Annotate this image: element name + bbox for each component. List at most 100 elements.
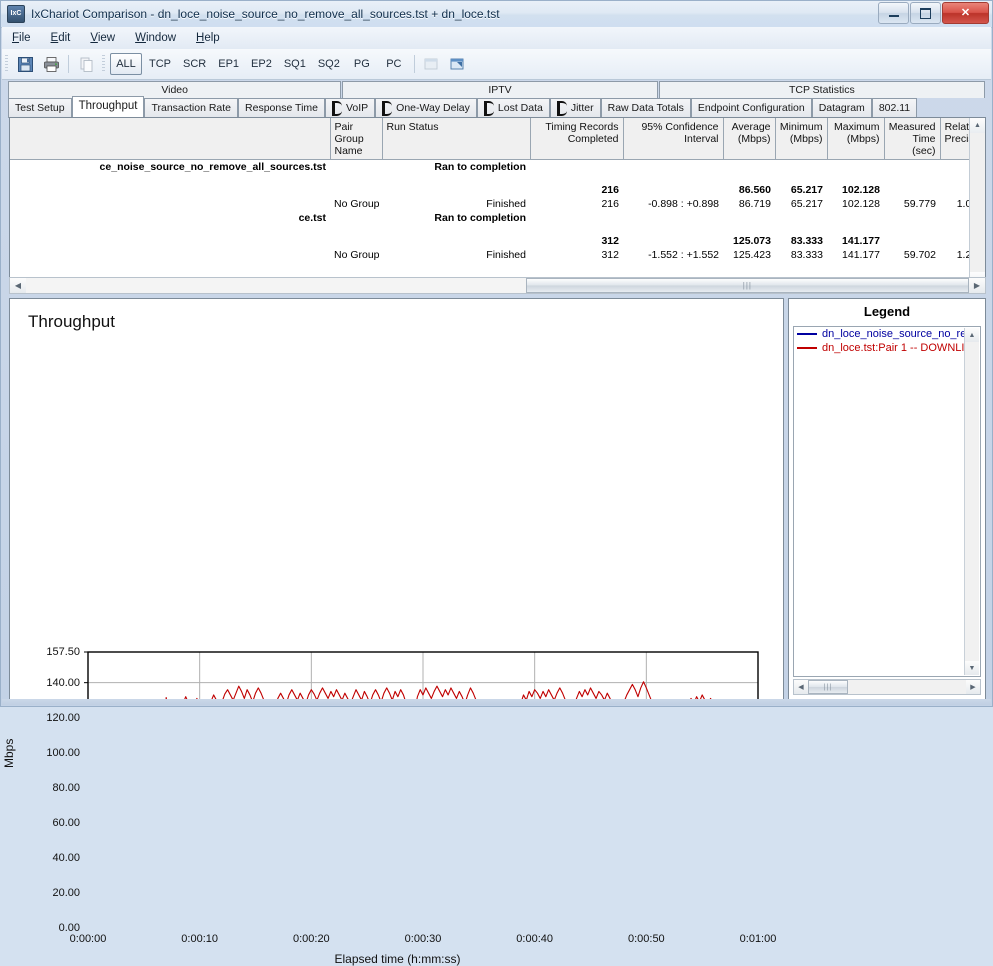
filter-button-ep1[interactable]: EP1 — [213, 54, 244, 74]
tab-datagram[interactable]: Datagram — [811, 98, 872, 117]
cell-confidence: -1.552 : +1.552 — [648, 249, 719, 261]
scroll-up-icon[interactable]: ▲ — [970, 118, 985, 133]
menu-item-window[interactable]: Window — [125, 30, 186, 46]
table-row[interactable]: No Group Finished 216 -0.898 : +0.898 86.719… — [10, 197, 985, 211]
tab-test-setup[interactable]: Test Setup — [8, 98, 72, 117]
legend-horizontal-scrollbar[interactable]: ◀ ||| ▶ — [793, 679, 981, 695]
table-row[interactable]: 216 86.560 65.217 102.128 — [10, 183, 985, 197]
col-header-5[interactable]: Average (Mbps) — [723, 118, 776, 160]
cell-maximum — [827, 160, 884, 175]
col-header-8[interactable]: Measured Time (sec) — [884, 118, 941, 160]
col-header-2[interactable]: Run Status — [382, 118, 531, 160]
menu-item-help[interactable]: Help — [186, 30, 230, 46]
filter-button-pc[interactable]: PC — [379, 54, 409, 74]
voip-flag-icon — [382, 100, 393, 116]
scroll-right-icon[interactable]: ▶ — [969, 278, 985, 293]
cell-run_status: Finished — [486, 249, 526, 261]
save-icon[interactable] — [13, 53, 37, 76]
grid-horizontal-scrollbar[interactable]: ◀ ||| ▶ — [9, 277, 986, 294]
y-tick-label-4: 80.00 — [52, 781, 80, 794]
filter-button-scr[interactable]: SCR — [178, 54, 211, 74]
menu-item-view[interactable]: View — [80, 30, 125, 46]
cell-timing_records: 216 — [601, 184, 619, 196]
results-grid-scroll-area[interactable]: Pair Group Name Run Status Timing Records Co… — [10, 118, 985, 287]
tab-label: Raw Data Totals — [607, 102, 684, 114]
cell-timing_records: 312 — [601, 235, 619, 247]
cell-minimum: 65.217 — [790, 198, 823, 210]
legend-color-swatch — [797, 347, 817, 349]
category-tcp-statistics: TCP Statistics — [658, 81, 985, 98]
tab-throughput[interactable]: Throughput — [71, 96, 145, 117]
x-tick-label-3: 0:00:30 — [404, 933, 442, 945]
tab-802-11[interactable]: 802.11 — [871, 98, 918, 117]
cell-timing_records — [530, 211, 623, 225]
legend-label: dn_loce_noise_source_no_rem — [822, 328, 976, 340]
col-header-3[interactable]: Timing Records Completed — [530, 118, 624, 160]
cell-measured_time — [884, 183, 940, 197]
tab-transaction-rate[interactable]: Transaction Rate — [144, 98, 239, 117]
cell-confidence — [623, 160, 723, 175]
cell-measured_time: 59.702 — [903, 249, 936, 261]
cell-name — [10, 197, 330, 211]
app-icon: IxC — [7, 5, 25, 23]
grid-vertical-scrollbar[interactable]: ▲ ▼ — [969, 118, 985, 287]
filter-button-sq1[interactable]: SQ1 — [279, 54, 311, 74]
print-icon[interactable] — [39, 53, 63, 76]
cell-maximum: 102.128 — [842, 198, 880, 210]
legend-scroll-left-icon[interactable]: ◀ — [794, 680, 808, 694]
legend-hscroll-thumb[interactable]: ||| — [808, 680, 848, 694]
table-row[interactable]: ce_noise_source_no_remove_all_sources.ts… — [10, 160, 985, 175]
legend-scroll-down-icon[interactable]: ▼ — [965, 661, 979, 675]
cell-average: 125.073 — [733, 235, 771, 247]
y-tick-label-3: 60.00 — [52, 816, 80, 829]
filter-button-pg[interactable]: PG — [347, 54, 377, 74]
minimize-button[interactable] — [878, 2, 909, 24]
hscroll-thumb[interactable]: ||| — [525, 278, 969, 293]
tab-jitter[interactable]: Jitter — [549, 98, 601, 117]
col-header-6[interactable]: Minimum (Mbps) — [775, 118, 828, 160]
filter-button-all[interactable]: ALL — [110, 53, 142, 75]
table-row[interactable]: No Group Finished 312 -1.552 : +1.552 125.42… — [10, 248, 985, 262]
cell-run_status: Ran to completion — [434, 212, 526, 224]
col-header-4[interactable]: 95% Confidence Interval — [623, 118, 724, 160]
filter-button-ep2[interactable]: EP2 — [246, 54, 277, 74]
cell-pair_group — [330, 211, 382, 225]
cell-timing_records: 312 — [601, 249, 619, 261]
maximize-button[interactable] — [910, 2, 941, 24]
col-header-1[interactable]: Pair Group Name — [330, 118, 383, 160]
tab-endpoint-configuration[interactable]: Endpoint Configuration — [690, 98, 812, 117]
scroll-left-icon[interactable]: ◀ — [10, 278, 26, 293]
col-header-7[interactable]: Maximum (Mbps) — [827, 118, 885, 160]
tab-response-time[interactable]: Response Time — [238, 98, 325, 117]
maximize-icon — [920, 7, 931, 19]
tab-raw-data-totals[interactable]: Raw Data Totals — [600, 98, 691, 117]
filter-button-sq2[interactable]: SQ2 — [313, 54, 345, 74]
tab-one-way-delay[interactable]: One-Way Delay — [375, 98, 477, 117]
voip-flag-icon — [556, 100, 567, 116]
hscroll-track[interactable]: ||| — [26, 278, 969, 293]
tab-lost-data[interactable]: Lost Data — [476, 98, 550, 117]
copy-icon[interactable] — [74, 53, 98, 76]
legend-vertical-scrollbar[interactable]: ▲ ▼ — [964, 328, 979, 675]
legend-scroll-right-icon[interactable]: ▶ — [966, 680, 980, 694]
col-header-0[interactable] — [10, 118, 331, 160]
tab-voip[interactable]: VoIP — [324, 98, 376, 117]
legend-list[interactable]: dn_loce_noise_source_no_rem dn_loce.tst:P… — [793, 326, 981, 677]
tab-label: One-Way Delay — [396, 102, 470, 114]
legend-panel: Legend dn_loce_noise_source_no_rem dn_loc… — [788, 298, 986, 700]
legend-item-1[interactable]: dn_loce.tst:Pair 1 -- DOWNLIN — [794, 341, 980, 355]
legend-hscroll-track[interactable]: ||| — [808, 680, 966, 694]
filter-button-tcp[interactable]: TCP — [144, 54, 176, 74]
close-button[interactable]: ✕ — [942, 2, 989, 24]
cell-pair_group: No Group — [334, 249, 380, 261]
voip-flag-icon — [483, 100, 494, 116]
legend-label: dn_loce.tst:Pair 1 -- DOWNLIN — [822, 342, 973, 354]
legend-scroll-up-icon[interactable]: ▲ — [965, 328, 979, 342]
menu-item-edit[interactable]: Edit — [41, 30, 81, 46]
table-row[interactable]: ce.tst Ran to completion — [10, 211, 985, 225]
legend-item-0[interactable]: dn_loce_noise_source_no_rem — [794, 327, 980, 341]
results-table: Pair Group Name Run Status Timing Records Co… — [10, 118, 985, 262]
table-row[interactable]: 312 125.073 83.333 141.177 — [10, 234, 985, 248]
export-icon[interactable] — [446, 53, 470, 76]
menu-item-file[interactable]: File — [2, 30, 41, 46]
